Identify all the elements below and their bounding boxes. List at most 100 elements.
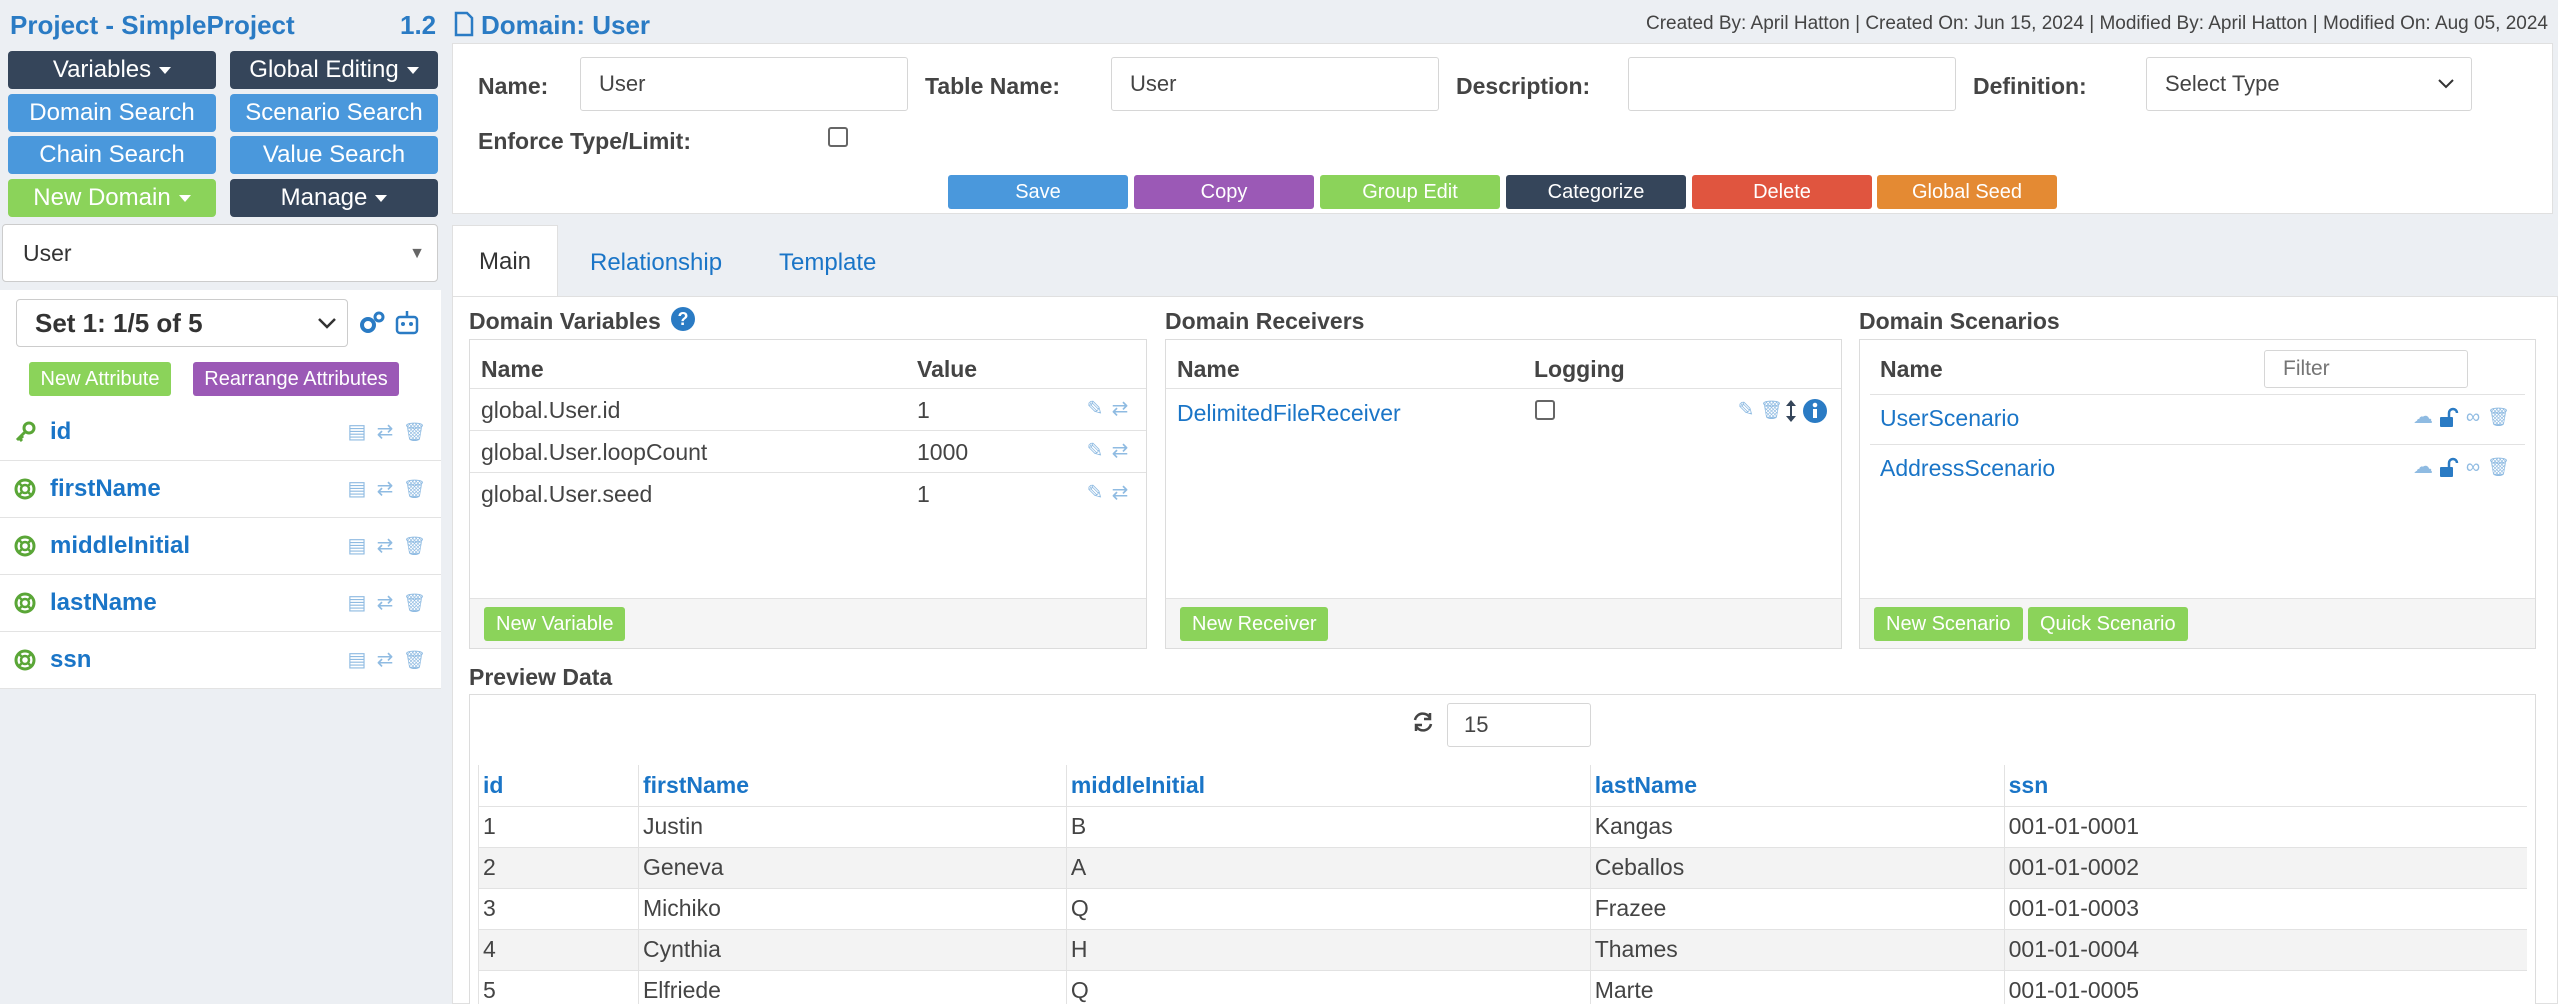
new-receiver-button[interactable]: New Receiver bbox=[1180, 607, 1329, 641]
sort-arrows-icon[interactable] bbox=[1784, 398, 1798, 424]
trash-icon[interactable]: 🗑 bbox=[403, 536, 426, 556]
pencil-icon[interactable]: ✎ bbox=[1085, 399, 1105, 419]
trash-icon[interactable]: 🗑 bbox=[403, 593, 426, 613]
domain-title: Domain: User bbox=[481, 10, 651, 40]
enforce-label: Enforce Type/Limit: bbox=[478, 128, 691, 154]
swap-icon[interactable]: ⇄ bbox=[1110, 399, 1130, 419]
trash-icon[interactable]: 🗑 bbox=[1760, 400, 1783, 420]
delete-button[interactable]: Delete bbox=[1692, 175, 1872, 209]
manage-button[interactable]: Manage bbox=[230, 179, 438, 217]
attribute-name: ssn bbox=[50, 646, 92, 673]
name-label: Name: bbox=[478, 73, 549, 99]
description-input[interactable] bbox=[1628, 57, 1956, 111]
tab-template[interactable]: Template bbox=[779, 249, 876, 277]
name-input[interactable]: User bbox=[580, 57, 908, 111]
preview-body: 1 Justin B Kangas 001-01-0001 2 Geneva A Ceballo… bbox=[478, 805, 2527, 1004]
trash-icon[interactable]: 🗑 bbox=[403, 650, 426, 670]
preview-cell: Q bbox=[1065, 969, 1591, 1004]
definition-select[interactable]: Select Type bbox=[2146, 57, 2472, 111]
variable-value: 1000 bbox=[917, 439, 969, 465]
tab-relationship[interactable]: Relationship bbox=[590, 249, 722, 277]
swap-icon[interactable]: ⇄ bbox=[375, 479, 395, 499]
description-label: Description: bbox=[1456, 73, 1591, 99]
categorize-button[interactable]: Categorize bbox=[1506, 175, 1686, 209]
variables-button[interactable]: Variables bbox=[8, 51, 216, 89]
form-icon[interactable]: ▤ bbox=[347, 479, 367, 499]
scenario-filter-input[interactable] bbox=[2264, 350, 2468, 388]
domain-select[interactable]: User ▼ bbox=[2, 224, 438, 282]
swap-icon[interactable]: ⇄ bbox=[375, 650, 395, 670]
receiver-logging-checkbox[interactable] bbox=[1535, 400, 1555, 420]
trash-icon[interactable]: 🗑 bbox=[403, 479, 426, 499]
preview-column-header[interactable]: id bbox=[478, 765, 639, 806]
scenario-search-button[interactable]: Scenario Search bbox=[230, 94, 438, 132]
unlock-icon[interactable] bbox=[2437, 457, 2459, 479]
save-button[interactable]: Save bbox=[948, 175, 1128, 209]
attribute-name: firstName bbox=[50, 475, 161, 502]
trash-icon[interactable]: 🗑 bbox=[403, 422, 426, 442]
rearrange-attributes-button[interactable]: Rearrange Attributes bbox=[193, 362, 399, 396]
receivers-col-logging: Logging bbox=[1534, 356, 1625, 382]
link-icon[interactable]: ∞ bbox=[2461, 457, 2485, 477]
swap-icon[interactable]: ⇄ bbox=[375, 422, 395, 442]
cloud-upload-icon[interactable]: ☁ bbox=[2413, 457, 2433, 477]
preview-cell: B bbox=[1065, 805, 1591, 847]
variable-value: 1 bbox=[917, 397, 930, 423]
domain-search-button[interactable]: Domain Search bbox=[8, 94, 216, 132]
attribute-item[interactable]: ssn ▤ ⇄ 🗑 bbox=[0, 632, 441, 689]
preview-cell: 3 bbox=[478, 887, 639, 929]
set-select[interactable]: Set 1: 1/5 of 5 bbox=[16, 299, 348, 347]
value-search-button[interactable]: Value Search bbox=[230, 136, 438, 174]
preview-column-header[interactable]: lastName bbox=[1589, 765, 2005, 806]
help-icon[interactable]: ? bbox=[670, 306, 696, 332]
refresh-icon[interactable] bbox=[1411, 710, 1435, 734]
quick-scenario-button[interactable]: Quick Scenario bbox=[2028, 607, 2188, 641]
chain-search-button[interactable]: Chain Search bbox=[8, 136, 216, 174]
form-icon[interactable]: ▤ bbox=[347, 593, 367, 613]
new-domain-button[interactable]: New Domain bbox=[8, 179, 216, 217]
enforce-checkbox[interactable] bbox=[828, 127, 848, 147]
scenario-link[interactable]: UserScenario bbox=[1880, 405, 2019, 432]
preview-cell: 001-01-0004 bbox=[2003, 928, 2527, 970]
attribute-item[interactable]: id ▤ ⇄ 🗑 bbox=[0, 404, 441, 461]
copy-button[interactable]: Copy bbox=[1134, 175, 1314, 209]
swap-icon[interactable]: ⇄ bbox=[375, 593, 395, 613]
new-variable-button[interactable]: New Variable bbox=[484, 607, 626, 641]
swap-icon[interactable]: ⇄ bbox=[375, 536, 395, 556]
attribute-item[interactable]: firstName ▤ ⇄ 🗑 bbox=[0, 461, 441, 518]
form-icon[interactable]: ▤ bbox=[347, 422, 367, 442]
trash-icon[interactable]: 🗑 bbox=[2487, 457, 2510, 477]
trash-icon[interactable]: 🗑 bbox=[2487, 407, 2510, 427]
table-name-input[interactable]: User bbox=[1111, 57, 1439, 111]
form-icon[interactable]: ▤ bbox=[347, 650, 367, 670]
swap-icon[interactable]: ⇄ bbox=[1110, 441, 1130, 461]
link-icon[interactable]: ∞ bbox=[2461, 407, 2485, 427]
info-icon[interactable] bbox=[1802, 398, 1828, 424]
manage-button-label: Manage bbox=[280, 184, 368, 211]
preview-column-header[interactable]: ssn bbox=[2003, 765, 2527, 806]
robot-icon[interactable] bbox=[394, 309, 420, 337]
form-icon[interactable]: ▤ bbox=[347, 536, 367, 556]
pencil-icon[interactable]: ✎ bbox=[1085, 483, 1105, 503]
project-title[interactable]: Project - SimpleProject bbox=[10, 10, 295, 41]
new-attribute-button[interactable]: New Attribute bbox=[29, 362, 171, 396]
preview-count-input[interactable]: 15 bbox=[1447, 703, 1591, 747]
attribute-item[interactable]: middleInitial ▤ ⇄ 🗑 bbox=[0, 518, 441, 575]
swap-icon[interactable]: ⇄ bbox=[1110, 483, 1130, 503]
variables-footer: New Variable bbox=[470, 598, 1146, 648]
pencil-icon[interactable]: ✎ bbox=[1085, 441, 1105, 461]
cloud-upload-icon[interactable]: ☁ bbox=[2413, 407, 2433, 427]
global-editing-button[interactable]: Global Editing bbox=[230, 51, 438, 89]
tab-main[interactable]: Main bbox=[452, 225, 558, 297]
global-seed-button[interactable]: Global Seed bbox=[1877, 175, 2057, 209]
new-scenario-button[interactable]: New Scenario bbox=[1874, 607, 2023, 641]
pencil-icon[interactable]: ✎ bbox=[1736, 400, 1756, 420]
preview-column-header[interactable]: middleInitial bbox=[1065, 765, 1591, 806]
receiver-link[interactable]: DelimitedFileReceiver bbox=[1177, 400, 1401, 427]
attribute-item[interactable]: lastName ▤ ⇄ 🗑 bbox=[0, 575, 441, 632]
gears-icon[interactable] bbox=[358, 310, 386, 336]
group-edit-button[interactable]: Group Edit bbox=[1320, 175, 1500, 209]
unlock-icon[interactable] bbox=[2437, 407, 2459, 429]
preview-column-header[interactable]: firstName bbox=[637, 765, 1067, 806]
scenario-link[interactable]: AddressScenario bbox=[1880, 455, 2055, 482]
